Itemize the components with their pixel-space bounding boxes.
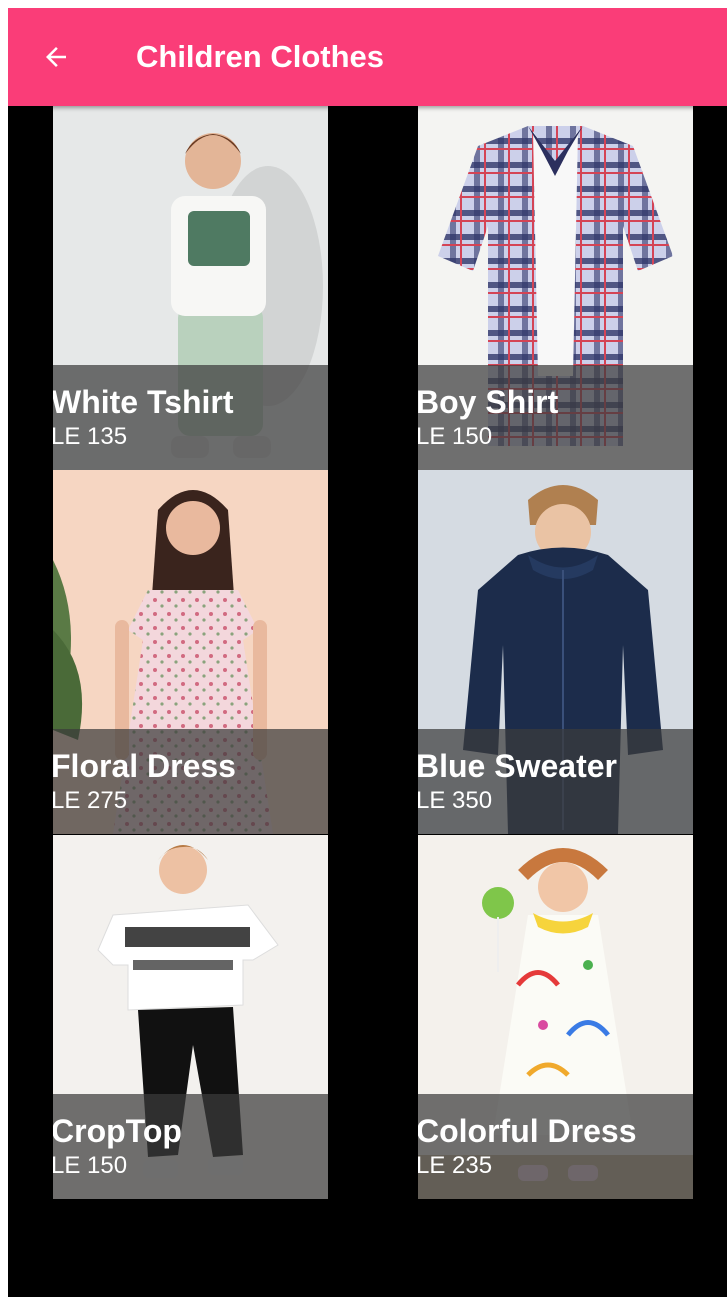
app-screen: Children Clothes White Tshirt LE 135 Boy… <box>8 8 727 1297</box>
product-name: Colorful Dress <box>418 1113 637 1149</box>
product-card-croptop[interactable]: CropTop LE 150 <box>53 835 328 1199</box>
product-price: LE 135 <box>53 423 128 450</box>
product-card-floral-dress[interactable]: Floral Dress LE 275 <box>53 470 328 834</box>
product-card-white-tshirt[interactable]: White Tshirt LE 135 <box>53 106 328 470</box>
product-price: LE 275 <box>53 787 128 814</box>
product-name: CropTop <box>53 1113 182 1149</box>
product-caption: Boy Shirt LE 150 <box>418 365 693 470</box>
product-price: LE 350 <box>418 787 493 814</box>
product-price: LE 235 <box>418 1152 493 1179</box>
product-grid: White Tshirt LE 135 Boy Shirt LE 150 Flo… <box>8 106 727 1206</box>
product-caption: Blue Sweater LE 350 <box>418 729 693 834</box>
app-bar: Children Clothes <box>8 8 727 106</box>
back-button[interactable] <box>30 31 82 83</box>
product-card-colorful-dress[interactable]: Colorful Dress LE 235 <box>418 835 693 1199</box>
product-name: Blue Sweater <box>418 748 617 784</box>
page-title: Children Clothes <box>136 39 385 74</box>
product-caption: CropTop LE 150 <box>53 1094 328 1199</box>
product-caption: White Tshirt LE 135 <box>53 365 328 470</box>
product-caption: Colorful Dress LE 235 <box>418 1094 693 1199</box>
product-name: White Tshirt <box>53 384 234 420</box>
arrow-left-icon <box>46 47 66 67</box>
product-price: LE 150 <box>418 423 493 450</box>
product-price: LE 150 <box>53 1152 128 1179</box>
product-caption: Floral Dress LE 275 <box>53 729 328 834</box>
product-name: Floral Dress <box>53 748 236 784</box>
product-card-blue-sweater[interactable]: Blue Sweater LE 350 <box>418 470 693 834</box>
product-name: Boy Shirt <box>418 384 559 420</box>
product-card-boy-shirt[interactable]: Boy Shirt LE 150 <box>418 106 693 470</box>
